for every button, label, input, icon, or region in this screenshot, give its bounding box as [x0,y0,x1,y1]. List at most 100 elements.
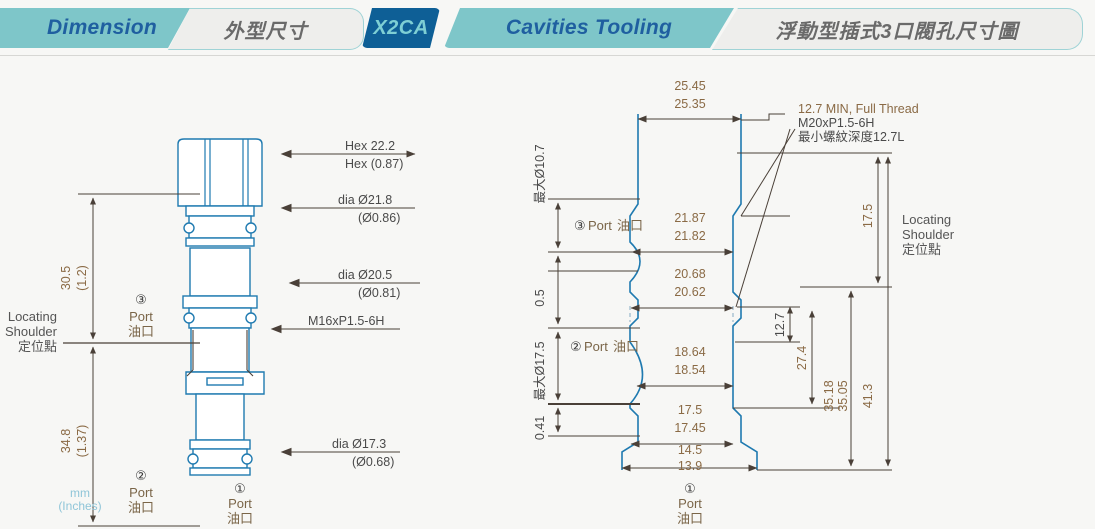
bottom-cap [189,467,251,476]
left-dim-lower-mm: 34.8 [59,429,73,453]
right-dim-145-upper: 14.5 [678,443,702,457]
right-dim-v175: 17.5 [861,204,875,228]
left-port2-en: Port [129,485,153,500]
locating-shoulder-flange [182,295,258,309]
drawing-canvas: 30.5 (1.2) 34.8 (1.37) Locating Shoulder… [0,56,1095,529]
cavity-profile-left [621,114,644,470]
right-port3-en: Port [588,218,612,233]
unit-note: mm (Inches) [58,486,101,513]
right-label-gap041: 0.41 [533,416,547,440]
left-label-dia218-bottom: (Ø0.86) [358,211,400,225]
tab-dimension-zh[interactable]: 外型尺寸 [168,8,364,50]
left-port2-num: ② [135,468,147,483]
right-locating-line3: 定位點 [902,242,941,257]
oring-bottom-right [241,453,253,465]
unit-mm: mm [70,486,90,500]
right-drawing-cavity: 25.45 25.35 21.87 21.82 20.68 20.62 18.6… [533,79,955,526]
right-dim-2068-upper: 20.68 [674,267,705,281]
left-locating-line2: Shoulder [5,324,58,339]
left-label-dia173-bottom: (Ø0.68) [352,455,394,469]
right-locating-line1: Locating [902,212,951,227]
oring-section-upper [188,215,252,239]
oring-upper-right [245,222,257,234]
left-label-hex-bottom: Hex (0.87) [345,157,403,171]
tab-cavities-tooling[interactable]: Cavities Tooling [444,8,734,48]
right-port1-en: Port [678,496,702,511]
right-dim-175-upper: 17.5 [678,403,702,417]
right-dim-v3505: 35.05 [836,380,850,411]
right-port2-num: ② [570,339,582,354]
cavity-profile-right [732,114,758,470]
thread-note-line2: M20xP1.5-6H [798,116,874,130]
collar-upper-lower [185,237,255,247]
right-locating-shoulder-label: Locating Shoulder 定位點 [902,212,955,257]
left-locating-line1: Locating [8,309,57,324]
left-dimension-lines [63,193,200,527]
tab-model-code-x2ca[interactable]: X2CA [362,8,440,48]
thread-note-line3: 最小螺紋深度12.7L [798,129,904,144]
tab-cavities-tooling-zh-label: 浮動型插式3口閥孔尺寸圖 [775,20,1019,43]
left-label-dia205: dia Ø20.5 (Ø0.81) [338,268,400,300]
left-label-dia218-top: dia Ø21.8 [338,193,392,207]
hex-head [177,138,263,207]
threaded-section [190,327,250,373]
right-dim-v274: 27.4 [795,346,809,370]
thread-note-line1: 12.7 MIN, Full Thread [798,102,919,116]
right-dim-1864-lower: 18.54 [674,363,705,377]
right-dim-2068-lower: 20.62 [674,285,705,299]
left-port1-zh: 油口 [227,511,253,526]
right-label-max107: 最大Ø10.7 [533,144,547,203]
thread-note-leader [735,113,796,308]
oring-section-mid [188,307,252,329]
left-label-dia173-top: dia Ø17.3 [332,437,386,451]
left-locating-shoulder-label: Locating Shoulder 定位點 [5,309,58,354]
right-dim-v413: 41.3 [861,384,875,408]
left-port1-en: Port [228,496,252,511]
body-mid-upper [189,247,251,297]
left-port-callout-3: ③ Port 油口 [128,292,154,339]
right-port1-num: ① [684,481,696,496]
left-dim-upper-inch: (1.2) [75,265,89,291]
right-dim-2545-lower: 25.35 [674,97,705,111]
left-leader-arrows [270,149,300,457]
oring-upper-left [183,222,195,234]
lower-stem [195,393,245,441]
left-port1-num: ① [234,481,246,496]
right-port-callout-3: ③ Port 油口 [574,218,643,233]
left-dim-lower-inch: (1.37) [75,425,89,458]
left-label-dia205-top: dia Ø20.5 [338,268,392,282]
right-port2-zh: 油口 [613,339,639,354]
oring-mid-left [183,312,195,324]
tab-cavities-tooling-zh[interactable]: 浮動型插式3口閥孔尺寸圖 [712,8,1083,50]
right-dim-1864-upper: 18.64 [674,345,705,359]
tab-cavities-tooling-label: Cavities Tooling [505,16,673,39]
left-label-hex: Hex 22.2 Hex (0.87) [345,139,403,171]
right-dim-2545-upper: 25.45 [674,79,705,93]
left-port2-zh: 油口 [128,500,154,515]
oring-bottom-left [187,453,199,465]
left-label-hex-top: Hex 22.2 [345,139,395,153]
bottom-flange [189,439,251,450]
left-drawing-cartridge-valve: 30.5 (1.2) 34.8 (1.37) Locating Shoulder… [5,138,420,527]
left-label-dia218: dia Ø21.8 (Ø0.86) [338,193,400,225]
right-dim-v127: 12.7 [773,313,787,337]
tab-dimension[interactable]: Dimension [0,8,190,48]
right-dim-145-lower: 13.9 [678,459,702,473]
left-label-thread: M16xP1.5-6H [308,314,384,328]
slot-detail [206,377,244,386]
oring-section-bottom [192,448,248,469]
right-locating-line2: Shoulder [902,227,955,242]
thread-note-text: 12.7 MIN, Full Thread M20xP1.5-6H 最小螺紋深度… [798,102,919,144]
valve-body-outline [177,138,265,476]
left-locating-line3: 定位點 [18,339,57,354]
right-label-gap05: 0.5 [533,289,547,306]
right-left-extension-lines [548,198,640,437]
right-label-max175: 最大Ø17.5 [533,341,547,400]
right-dim-2187-lower: 21.82 [674,229,705,243]
right-port1-zh: 油口 [677,511,703,526]
left-label-thread-top: M16xP1.5-6H [308,314,384,328]
header-tabbar: Dimension 外型尺寸 X2CA Cavities Tooling 浮動型… [0,0,1095,56]
right-dim-v3518: 35.18 [822,380,836,411]
left-dim-upper-mm: 30.5 [59,266,73,290]
left-label-dia205-bottom: (Ø0.81) [358,286,400,300]
